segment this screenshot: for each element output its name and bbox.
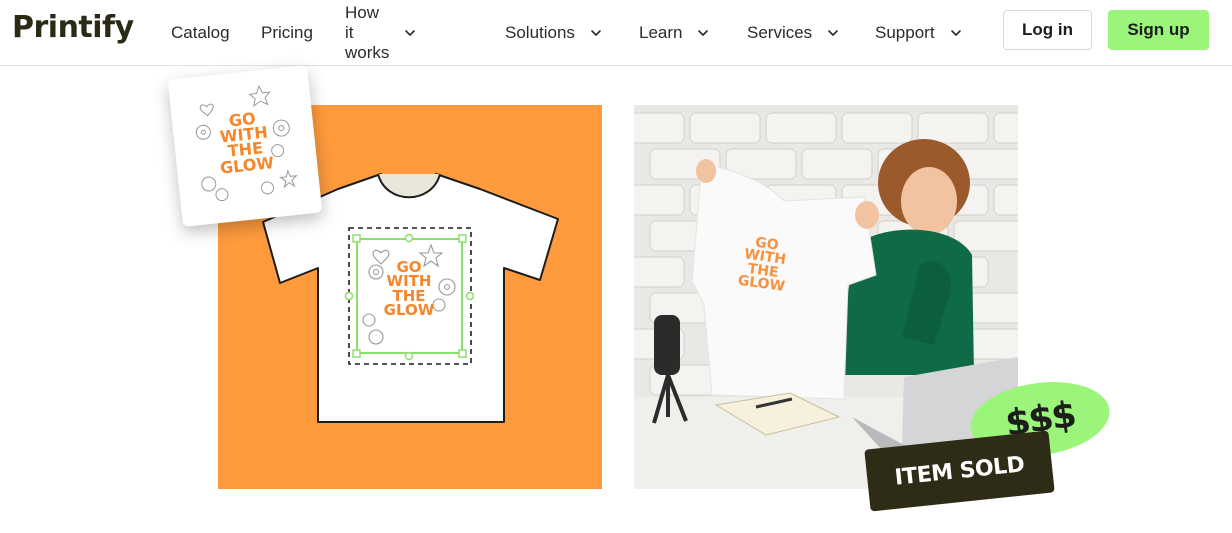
nav-services[interactable]: Services <box>747 0 840 66</box>
photo-shirt-design-text: GO WITH THE GLOW <box>736 234 787 295</box>
nav-learn[interactable]: Learn <box>639 0 710 66</box>
seller-photo-scene <box>634 105 1018 489</box>
nav-solutions[interactable]: Solutions <box>505 0 603 66</box>
login-button[interactable]: Log in <box>1003 10 1092 50</box>
design-sticker-card: GO WITH THE GLOW <box>167 65 323 227</box>
nav-learn-label: Learn <box>639 23 683 42</box>
signup-button[interactable]: Sign up <box>1108 10 1209 50</box>
nav-catalog-label: Catalog <box>171 23 230 42</box>
sticker-design-text: GO WITH THE GLOW <box>219 108 275 178</box>
site-header: Printify Catalog Pricing How it works So… <box>0 0 1232 66</box>
nav-how-it-works[interactable]: How it works <box>345 0 417 66</box>
nav-solutions-label: Solutions <box>505 23 575 42</box>
nav-how-it-works-label: How it works <box>345 3 390 62</box>
nav-pricing-label: Pricing <box>261 23 313 42</box>
chevron-down-icon <box>589 26 603 40</box>
chevron-down-icon <box>403 26 417 40</box>
star-doodle-icon <box>248 84 271 107</box>
nav-support-label: Support <box>875 23 935 42</box>
shirt-design-text: GO WITH THE GLOW <box>383 258 435 319</box>
nav-pricing[interactable]: Pricing <box>261 0 313 66</box>
nav-catalog[interactable]: Catalog <box>171 0 230 66</box>
star-doodle-icon <box>279 169 298 189</box>
printify-logo[interactable]: Printify <box>12 10 134 45</box>
chevron-down-icon <box>696 26 710 40</box>
chevron-down-icon <box>826 26 840 40</box>
chevron-down-icon <box>949 26 963 40</box>
seller-photo: GO WITH THE GLOW <box>634 105 1018 489</box>
nav-support[interactable]: Support <box>875 0 963 66</box>
nav-services-label: Services <box>747 23 813 42</box>
